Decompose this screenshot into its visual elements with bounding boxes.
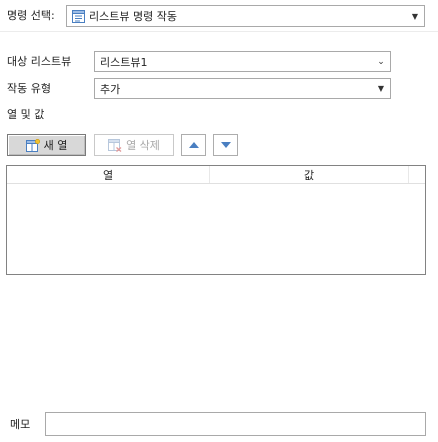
command-select-label: 명령 선택: — [7, 9, 55, 22]
move-down-button[interactable] — [213, 134, 238, 156]
command-select-combo[interactable]: 리스트뷰 명령 작동 ▼ — [66, 5, 425, 27]
target-listview-combo[interactable]: 리스트뷰1 ⌄ — [94, 51, 391, 72]
delete-column-icon — [108, 138, 122, 152]
move-up-button[interactable] — [181, 134, 206, 156]
triangle-up-icon — [188, 142, 199, 148]
grid-header-filler — [409, 166, 425, 183]
memo-label: 메모 — [10, 418, 31, 431]
action-type-label: 작동 유형 — [7, 82, 51, 95]
columns-values-label: 열 및 값 — [7, 108, 45, 121]
new-column-label: 새 열 — [43, 139, 68, 152]
target-listview-value: 리스트뷰1 — [100, 55, 148, 69]
action-type-combo[interactable]: 추가 ▼ — [94, 78, 391, 99]
delete-column-label: 열 삭제 — [126, 139, 160, 152]
grid-header: 열 값 — [7, 166, 425, 184]
memo-input[interactable] — [45, 412, 426, 436]
triangle-down-icon — [220, 142, 231, 148]
listview-command-icon — [72, 9, 85, 23]
command-select-value: 리스트뷰 명령 작동 — [89, 10, 177, 23]
action-type-value: 추가 — [100, 82, 121, 96]
chevron-down-icon[interactable]: ▼ — [406, 6, 424, 26]
grid-column-header-value[interactable]: 값 — [210, 166, 409, 183]
columns-values-grid[interactable]: 열 값 — [6, 165, 426, 275]
new-column-button[interactable]: 새 열 — [7, 134, 86, 156]
new-column-icon — [25, 138, 40, 152]
separator — [0, 31, 438, 32]
delete-column-button[interactable]: 열 삭제 — [94, 134, 174, 156]
chevron-down-icon[interactable]: ⌄ — [372, 52, 390, 71]
grid-column-header-column[interactable]: 열 — [7, 166, 210, 183]
chevron-down-icon[interactable]: ▼ — [372, 79, 390, 98]
target-listview-label: 대상 리스트뷰 — [7, 55, 72, 68]
